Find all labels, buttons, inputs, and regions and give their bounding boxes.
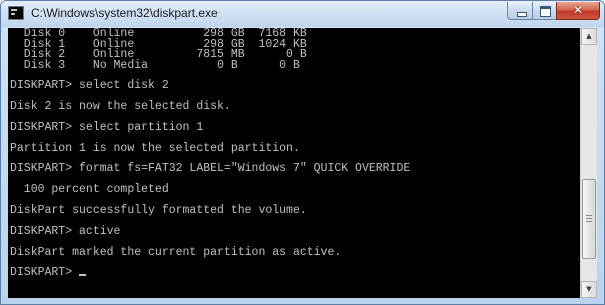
maximize-icon <box>540 6 551 17</box>
console-line: DISKPART> format fs=FAT32 LABEL="Windows… <box>10 162 411 176</box>
console-prompt-line: DISKPART> <box>10 266 410 280</box>
console-line: Disk 2 is now the selected disk. <box>10 100 231 114</box>
console-line: DISKPART> select partition 1 <box>10 120 204 134</box>
console-icon[interactable] <box>8 6 24 20</box>
console-line: DISKPART> select disk 2 <box>10 79 169 93</box>
console-window: C:\Windows\system32\diskpart.exe ✕ -----… <box>0 0 605 305</box>
console-line: 100 percent completed <box>10 183 169 197</box>
maximize-button[interactable] <box>532 2 557 20</box>
console-line: Disk 3 No Media 0 B 0 B <box>10 58 300 72</box>
scroll-thumb[interactable] <box>582 179 596 259</box>
title-bar[interactable]: C:\Windows\system32\diskpart.exe ✕ <box>1 1 604 27</box>
console-line: Partition 1 is now the selected partitio… <box>10 141 300 155</box>
text-cursor <box>79 274 87 277</box>
console-lines: -------- ------------- ------- ------- -… <box>10 28 410 279</box>
console-prompt: DISKPART> <box>10 266 80 280</box>
close-icon: ✕ <box>572 3 584 17</box>
window-title: C:\Windows\system32\diskpart.exe <box>31 6 218 20</box>
minimize-icon <box>517 12 527 17</box>
close-button[interactable]: ✕ <box>556 2 600 20</box>
console-line: DiskPart successfully formatted the volu… <box>10 204 307 218</box>
console-output[interactable]: -------- ------------- ------- ------- -… <box>8 28 580 298</box>
console-line: DISKPART> active <box>10 224 121 238</box>
console-line: DiskPart marked the current partition as… <box>10 245 342 259</box>
grip-icon <box>586 215 592 222</box>
minimize-button[interactable] <box>507 2 533 20</box>
scroll-down-arrow-icon[interactable]: ▼ <box>581 281 597 298</box>
vertical-scrollbar[interactable]: ▲ ▼ <box>580 28 597 298</box>
scroll-up-arrow-icon[interactable]: ▲ <box>581 28 597 45</box>
